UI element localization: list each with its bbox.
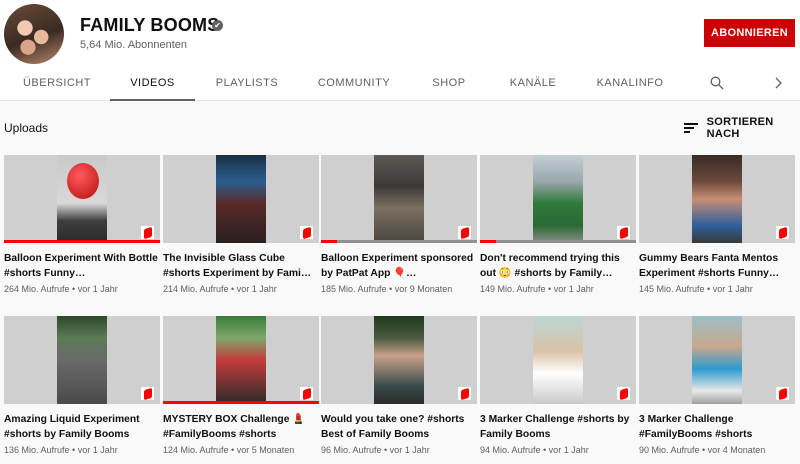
- channel-header: FAMILY BOOMS ✔ 5,64 Mio. Abonnenten ABON…: [0, 0, 800, 66]
- video-meta: 149 Mio. Aufrufe • vor 1 Jahr: [480, 284, 594, 294]
- video-title[interactable]: Amazing Liquid Experiment #shorts by Fam…: [4, 412, 160, 442]
- video-title[interactable]: MYSTERY BOX Challenge 💄 #FamilyBooms #sh…: [163, 412, 319, 442]
- video-thumbnail[interactable]: [321, 155, 477, 243]
- video-title[interactable]: 3 Marker Challenge #FamilyBooms #shorts: [639, 412, 795, 442]
- tab-overview[interactable]: ÜBERSICHT: [20, 66, 94, 101]
- video-meta: 264 Mio. Aufrufe • vor 1 Jahr: [4, 284, 118, 294]
- chevron-right-icon[interactable]: [766, 66, 790, 101]
- verified-icon: ✔: [212, 20, 223, 31]
- search-icon[interactable]: [702, 66, 732, 101]
- channel-avatar[interactable]: [4, 4, 64, 64]
- sort-button[interactable]: SORTIEREN NACH: [684, 116, 800, 140]
- video-meta: 124 Mio. Aufrufe • vor 5 Monaten: [163, 445, 295, 455]
- video-thumbnail[interactable]: [163, 155, 319, 243]
- video-card[interactable]: Would you take one? #shorts Best of Fami…: [321, 316, 477, 455]
- shorts-icon: [141, 387, 154, 400]
- sort-icon: [684, 123, 698, 133]
- video-thumbnail[interactable]: [480, 155, 636, 243]
- video-thumbnail[interactable]: [639, 316, 795, 404]
- shorts-icon: [776, 226, 789, 239]
- channel-name[interactable]: FAMILY BOOMS: [80, 15, 219, 36]
- video-title[interactable]: Don't recommend trying this out 😳 #short…: [480, 251, 636, 281]
- subscribe-button[interactable]: ABONNIEREN: [704, 19, 795, 47]
- tab-about[interactable]: KANALINFO: [592, 66, 668, 101]
- watch-progress: [163, 401, 319, 404]
- video-title[interactable]: Balloon Experiment With Bottle #shorts F…: [4, 251, 160, 281]
- video-title[interactable]: The Invisible Glass Cube #shorts Experim…: [163, 251, 319, 281]
- video-card[interactable]: Amazing Liquid Experiment #shorts by Fam…: [4, 316, 160, 455]
- video-card[interactable]: Balloon Experiment With Bottle #shorts F…: [4, 155, 160, 294]
- video-card[interactable]: The Invisible Glass Cube #shorts Experim…: [163, 155, 319, 294]
- video-title[interactable]: Would you take one? #shorts Best of Fami…: [321, 412, 477, 442]
- tab-community[interactable]: COMMUNITY: [312, 66, 396, 101]
- watch-progress: [480, 240, 496, 243]
- video-meta: 214 Mio. Aufrufe • vor 1 Jahr: [163, 284, 277, 294]
- video-card[interactable]: Balloon Experiment sponsored by PatPat A…: [321, 155, 477, 294]
- watch-progress: [321, 240, 337, 243]
- shorts-icon: [458, 226, 471, 239]
- video-thumbnail[interactable]: [321, 316, 477, 404]
- shorts-icon: [458, 387, 471, 400]
- shorts-icon: [300, 226, 313, 239]
- shorts-icon: [617, 226, 630, 239]
- sort-label: SORTIEREN NACH: [706, 116, 774, 140]
- video-card[interactable]: MYSTERY BOX Challenge 💄 #FamilyBooms #sh…: [163, 316, 319, 455]
- video-meta: 185 Mio. Aufrufe • vor 9 Monaten: [321, 284, 453, 294]
- tab-shop[interactable]: SHOP: [424, 66, 474, 101]
- watch-progress: [4, 240, 160, 243]
- video-title[interactable]: Gummy Bears Fanta Mentos Experiment #sho…: [639, 251, 795, 281]
- video-card[interactable]: Don't recommend trying this out 😳 #short…: [480, 155, 636, 294]
- tab-playlists[interactable]: PLAYLISTS: [210, 66, 284, 101]
- shorts-icon: [776, 387, 789, 400]
- video-meta: 96 Mio. Aufrufe • vor 1 Jahr: [321, 445, 430, 455]
- subscriber-count: 5,64 Mio. Abonnenten: [80, 39, 188, 51]
- shorts-icon: [141, 226, 154, 239]
- tab-videos[interactable]: VIDEOS: [110, 66, 195, 101]
- video-title[interactable]: Balloon Experiment sponsored by PatPat A…: [321, 251, 477, 281]
- video-thumbnail[interactable]: [4, 155, 160, 243]
- video-title[interactable]: 3 Marker Challenge #shorts by Family Boo…: [480, 412, 636, 442]
- shorts-icon: [300, 387, 313, 400]
- video-thumbnail[interactable]: [639, 155, 795, 243]
- video-thumbnail[interactable]: [480, 316, 636, 404]
- video-meta: 90 Mio. Aufrufe • vor 4 Monaten: [639, 445, 766, 455]
- video-thumbnail[interactable]: [4, 316, 160, 404]
- video-meta: 94 Mio. Aufrufe • vor 1 Jahr: [480, 445, 589, 455]
- shorts-icon: [617, 387, 630, 400]
- section-title: Uploads: [4, 121, 49, 135]
- video-thumbnail[interactable]: [163, 316, 319, 404]
- channel-tabs: ÜBERSICHT VIDEOS PLAYLISTS COMMUNITY SHO…: [0, 66, 800, 101]
- video-meta: 136 Mio. Aufrufe • vor 1 Jahr: [4, 445, 118, 455]
- video-card[interactable]: 3 Marker Challenge #shorts by Family Boo…: [480, 316, 636, 455]
- video-card[interactable]: 3 Marker Challenge #FamilyBooms #shorts …: [639, 316, 795, 455]
- tab-channels[interactable]: KANÄLE: [500, 66, 566, 101]
- video-meta: 145 Mio. Aufrufe • vor 1 Jahr: [639, 284, 753, 294]
- video-card[interactable]: Gummy Bears Fanta Mentos Experiment #sho…: [639, 155, 795, 294]
